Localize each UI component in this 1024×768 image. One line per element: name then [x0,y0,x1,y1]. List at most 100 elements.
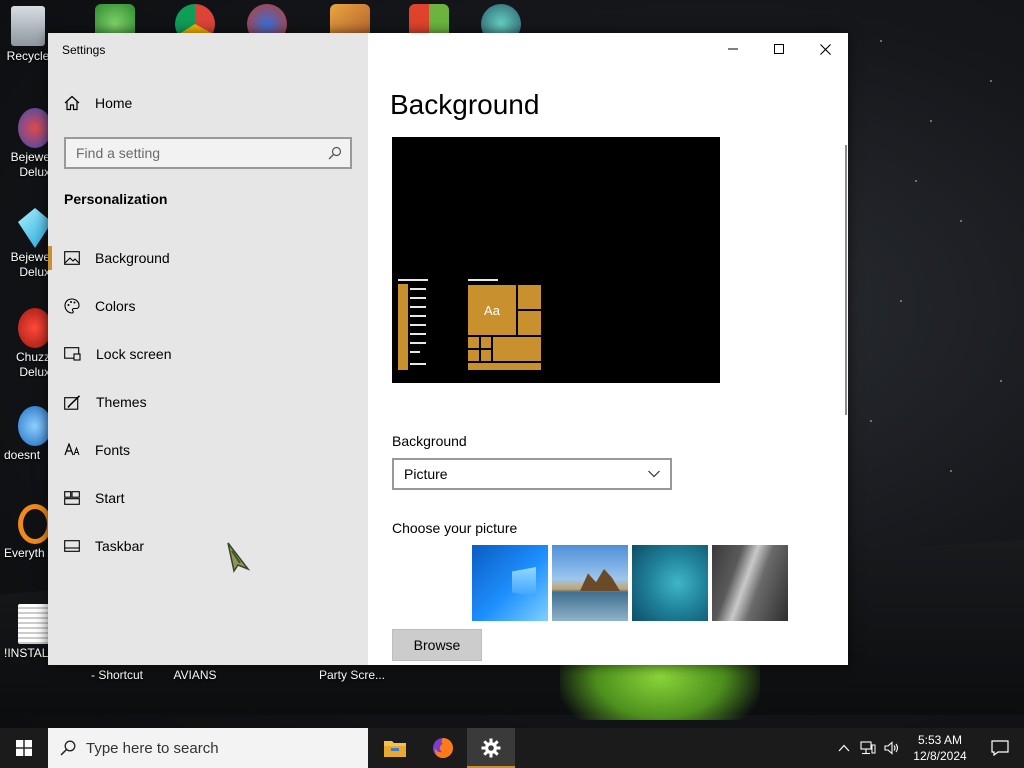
desktop-icon-label: AVIANS [173,668,217,682]
clock-time: 5:53 AM [917,733,963,747]
cursor-icon [227,542,250,573]
speaker-icon [884,741,899,755]
sidebar-item-themes[interactable]: Themes [48,378,368,426]
network-button[interactable] [856,728,880,768]
folder-icon [384,741,406,757]
sidebar-item-colors[interactable]: Colors [48,282,368,330]
show-hidden-icons-button[interactable] [832,728,856,768]
background-type-dropdown[interactable]: Picture [392,458,672,490]
users-icon [95,4,135,34]
taskbar-icon [64,540,80,552]
desktop-icon-doesnt[interactable]: doesnt [4,406,50,463]
chuzzle-icon [18,308,50,348]
page-title: Background [390,89,540,120]
desktop-icon-bejeweled[interactable]: Bejewe Delux [4,108,50,180]
sidebar-item-fonts[interactable]: Fonts [48,426,368,474]
home-link[interactable]: Home [64,95,132,111]
desktop-icon-users[interactable] [80,4,150,34]
action-center-button[interactable] [976,728,1024,768]
office-icon [409,4,449,34]
taskbar-search-placeholder: Type here to search [86,739,219,757]
font-icon [64,443,80,456]
clock-date: 12/8/2024 [913,749,967,763]
chevron-up-icon [838,744,850,752]
sidebar-item-label: Start [95,490,125,506]
sidebar-item-taskbar[interactable]: Taskbar [48,522,368,570]
start-button[interactable] [0,728,48,768]
window-title: Settings [62,43,106,57]
desktop-icon-label: !INSTALL [4,646,50,660]
home-label: Home [95,95,133,111]
desktop-icon-chuzzle[interactable]: Chuzz Delux [4,308,50,380]
picture-thumbnails [472,545,788,621]
section-title: Personalization [64,191,168,207]
network-icon [860,741,876,755]
bird-icon [18,406,50,446]
search-icon [60,740,76,756]
desktop-icon-office[interactable] [394,4,464,34]
system-tray: 5:53 AM 12/8/2024 [832,728,1024,768]
sidebar-item-lock-screen[interactable]: Lock screen [48,330,368,378]
settings-main: Background Aa Background Picture Choose … [368,33,848,665]
taskbar-file-explorer[interactable] [371,728,419,768]
sidebar-item-label: Colors [95,298,136,314]
bejeweled-icon [18,108,50,148]
settings-sidebar: Settings Home Find a setting Personaliza… [48,33,368,665]
character-icon [481,4,521,34]
sidebar-item-label: Taskbar [95,538,145,554]
background-type-label: Background [392,433,467,449]
picture-thumbnail[interactable] [712,545,788,621]
desktop-icon-app[interactable] [232,4,302,34]
search-placeholder: Find a setting [76,145,161,161]
desktop-icon-app2[interactable] [315,4,385,34]
chevron-down-icon [648,470,660,478]
taskbar-firefox[interactable] [419,728,467,768]
palette-icon [64,298,80,314]
desktop-icon-label: Recycle [6,49,50,63]
home-icon [64,95,80,111]
picture-thumbnail[interactable] [632,545,708,621]
desktop-icon-install[interactable]: !INSTALL [4,604,50,661]
volume-button[interactable] [880,728,904,768]
app-icon [247,4,287,34]
sidebar-item-label: Fonts [95,442,131,458]
windows-logo-icon [16,740,32,756]
lock-screen-icon [64,347,81,361]
dropdown-value: Picture [404,466,448,482]
desktop-icon-label: Everyth [4,546,45,560]
preview-tile-label: Aa [467,284,517,336]
desktop-icon-label: Bejewe Delux [10,250,50,279]
scrollbar[interactable] [845,145,847,415]
desktop-icon-game[interactable] [466,4,536,34]
choose-picture-label: Choose your picture [392,520,518,536]
gear-icon [481,738,501,758]
desktop-icon-label: Party Scre... [318,668,386,682]
picture-thumbnail[interactable] [552,545,628,621]
sidebar-item-background[interactable]: Background [48,234,368,282]
system-clock[interactable]: 5:53 AM 12/8/2024 [904,732,976,764]
picture-thumbnail[interactable] [472,545,548,621]
desktop-icon-party-screen[interactable]: Party Scre... [312,668,392,682]
desktop-icon-shortcut[interactable]: - Shortcut [82,668,152,682]
taskbar-search-box[interactable]: Type here to search [48,728,368,768]
desktop-icon-everything[interactable]: Everyth [4,504,50,561]
sidebar-nav: Background Colors Lock screen Themes Fon… [48,234,368,570]
sidebar-item-label: Background [95,250,170,266]
firefox-icon [433,738,453,758]
brush-icon [64,394,81,410]
start-tiles-icon [64,491,80,505]
sidebar-item-start[interactable]: Start [48,474,368,522]
notification-icon [991,740,1009,756]
desktop-icon-chrome[interactable] [160,4,230,34]
desktop-icon-label: doesnt [4,448,41,462]
desktop-icon-label: - Shortcut [90,668,144,682]
find-setting-input[interactable]: Find a setting [64,137,352,169]
taskbar-settings[interactable] [467,728,515,768]
chrome-icon [175,4,215,34]
magnifier-icon [18,504,50,544]
desktop-icon-bejeweled-2[interactable]: Bejewe Delux [4,208,50,280]
desktop-icon-avians[interactable]: AVIANS [160,668,230,682]
recycle-bin-icon [11,6,45,46]
sidebar-item-label: Themes [96,394,147,410]
browse-button[interactable]: Browse [392,629,482,661]
